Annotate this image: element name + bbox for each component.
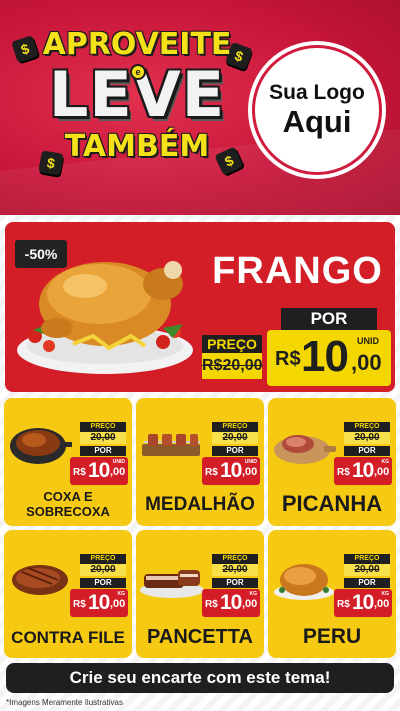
new-price: R$ 10 ,00 KG bbox=[202, 589, 260, 617]
product-name: PERU bbox=[302, 625, 362, 648]
old-price-label: PREÇO bbox=[202, 335, 262, 353]
product-name: CONTRA FILE bbox=[11, 628, 125, 647]
pancetta-icon bbox=[140, 570, 204, 598]
product-card-medalhao: PREÇO 20,00 POR R$ 10 ,00 UNID MEDALHÃO bbox=[136, 398, 264, 526]
product-name-line1: COXA E bbox=[43, 489, 93, 504]
chicken-leg-pan-icon bbox=[10, 428, 72, 464]
old-price: 20,00 bbox=[344, 564, 390, 576]
old-price: 20,00 bbox=[212, 432, 258, 444]
old-price: R$20,00 bbox=[202, 353, 263, 379]
old-price-label: PREÇO bbox=[80, 554, 126, 564]
product-name: PANCETTA bbox=[147, 626, 253, 648]
product-card-peru: PREÇO 20,00 POR R$ 10 ,00 KG PERU bbox=[268, 530, 396, 658]
old-price: 20,00 bbox=[344, 432, 390, 444]
new-price-label: POR bbox=[344, 446, 390, 456]
price-cents: ,00 bbox=[351, 350, 382, 375]
product-card-pancetta: PREÇO 20,00 POR R$ 10 ,00 KG PANCETTA bbox=[136, 530, 264, 658]
new-price: R$ 10 ,00 UNID bbox=[202, 457, 260, 485]
price-unit: UNID bbox=[357, 336, 379, 346]
currency-symbol: R$ bbox=[275, 348, 301, 370]
promo-connector: e bbox=[130, 64, 146, 80]
new-price: R$ 10 ,00 KG bbox=[70, 589, 128, 617]
new-price-label: POR bbox=[281, 308, 377, 330]
roast-turkey-icon bbox=[274, 564, 334, 600]
cta-button[interactable]: Crie seu encarte com este tema! bbox=[6, 663, 394, 693]
disclaimer-text: *Imagens Meramente Ilustrativas bbox=[6, 698, 123, 707]
featured-product-card: -50% FRANGO PREÇO R$20,00 POR R$ 10 ,00 … bbox=[5, 222, 395, 392]
logo-placeholder: Sua Logo Aqui bbox=[252, 45, 382, 175]
new-price: R$ 10 ,00 UNID bbox=[70, 457, 128, 485]
steak-icon bbox=[12, 565, 68, 595]
new-price-label: POR bbox=[80, 578, 126, 588]
product-name-line2: SOBRECOXA bbox=[26, 504, 110, 519]
price-integer: 10 bbox=[301, 332, 349, 381]
new-price-label: POR bbox=[212, 578, 258, 588]
new-price: R$ 10 ,00 UNID bbox=[267, 330, 391, 386]
new-price-label: POR bbox=[344, 578, 390, 588]
old-price-label: PREÇO bbox=[80, 422, 126, 432]
logo-text-line1: Sua Logo bbox=[269, 81, 365, 104]
promo-title-line3: TAMBÉM bbox=[64, 129, 210, 164]
new-price-label: POR bbox=[80, 446, 126, 456]
old-price: 20,00 bbox=[80, 432, 126, 444]
old-price: 20,00 bbox=[212, 564, 258, 576]
product-name: PICANHA bbox=[281, 491, 383, 516]
product-card-contra-file: PREÇO 20,00 POR R$ 10 ,00 KG CONTRA FILE bbox=[4, 530, 132, 658]
product-card-coxa: PREÇO 20,00 POR R$ 10 ,00 UNID COXA E SO… bbox=[4, 398, 132, 526]
product-name: MEDALHÃO bbox=[145, 494, 255, 515]
promo-title-line1: APROVEITE bbox=[42, 27, 232, 62]
featured-product-name: FRANGO bbox=[212, 250, 383, 292]
product-card-picanha: PREÇO 20,00 POR R$ 10 ,00 KG PICANHA bbox=[268, 398, 396, 526]
promo-title: APROVEITE LEVE TAMBÉM e bbox=[22, 28, 252, 188]
header-banner: $ $ $ $ APROVEITE LEVE TAMBÉM e Sua Logo… bbox=[0, 0, 400, 215]
logo-text-line2: Aqui bbox=[282, 104, 352, 139]
new-price: R$ 10 ,00 KG bbox=[334, 457, 392, 485]
discount-badge: -50% bbox=[15, 240, 67, 268]
old-price-label: PREÇO bbox=[212, 422, 258, 432]
old-price-label: PREÇO bbox=[344, 422, 390, 432]
new-price: R$ 10 ,00 KG bbox=[334, 589, 392, 617]
old-price-label: PREÇO bbox=[212, 554, 258, 564]
old-price: 20,00 bbox=[80, 564, 126, 576]
skewers-icon bbox=[142, 434, 200, 456]
old-price-label: PREÇO bbox=[344, 554, 390, 564]
new-price-label: POR bbox=[212, 446, 258, 456]
picanha-board-icon bbox=[274, 435, 336, 464]
